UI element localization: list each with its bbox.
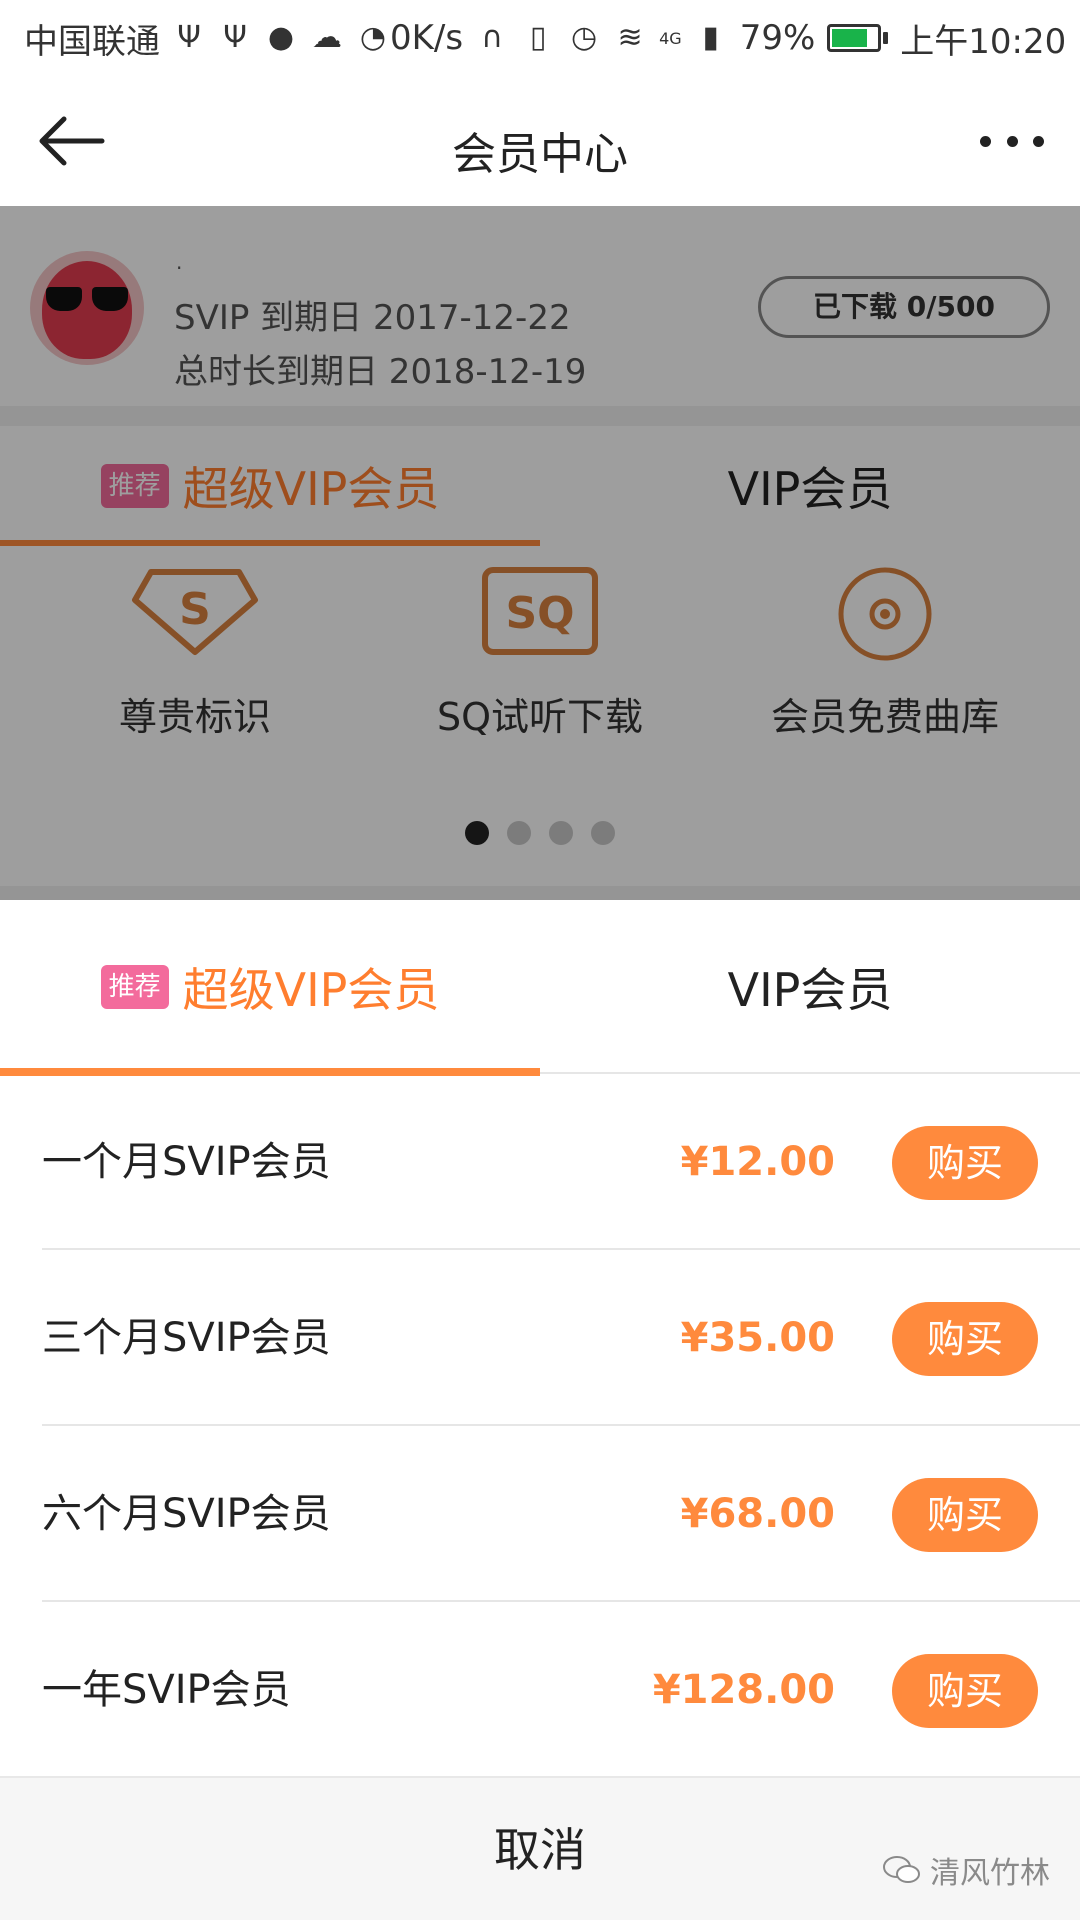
headphones-icon: ∩ — [481, 20, 504, 55]
battery-percent: 79% — [739, 18, 816, 58]
package-price: ¥68.00 — [680, 1491, 835, 1537]
sheet-tab-vip-label: VIP会员 — [727, 963, 893, 1017]
buy-button[interactable]: 购买 — [892, 1302, 1038, 1376]
package-row: 三个月SVIP会员 ¥35.00 购买 — [0, 1250, 1080, 1426]
buy-button[interactable]: 购买 — [892, 1126, 1038, 1200]
package-price: ¥35.00 — [680, 1315, 835, 1361]
package-price: ¥128.00 — [652, 1667, 835, 1713]
package-name: 一个月SVIP会员 — [42, 1139, 331, 1185]
usb-icon: Ψ — [223, 20, 247, 55]
signal-icon: ▮ — [702, 20, 719, 55]
watermark: 清风竹林 — [882, 1848, 1050, 1892]
page-title: 会员中心 — [452, 129, 628, 180]
package-row: 六个月SVIP会员 ¥68.00 购买 — [0, 1426, 1080, 1602]
package-row: 一年SVIP会员 ¥128.00 购买 — [0, 1602, 1080, 1778]
purchase-sheet: 推荐 超级VIP会员 VIP会员 一个月SVIP会员 ¥12.00 购买 三个月… — [0, 900, 1080, 1920]
weather-icon: ☁ — [312, 20, 342, 55]
clock: 上午10:20 — [900, 21, 1067, 62]
app-notification-icon: ● — [267, 20, 295, 55]
package-list: 一个月SVIP会员 ¥12.00 购买 三个月SVIP会员 ¥35.00 购买 … — [0, 1074, 1080, 1778]
watermark-text: 清风竹林 — [930, 1856, 1050, 1891]
status-bar: 中国联通 Ψ Ψ ● ☁ ◔ 0K/s ∩ ▯ ◷ ≋ 4G ▮ 79% 上午1… — [0, 0, 1080, 76]
network-type: 4G — [659, 28, 682, 48]
net-speed: 0K/s — [390, 18, 464, 58]
buy-button[interactable]: 购买 — [892, 1654, 1038, 1728]
chat-icon: ◔ — [359, 20, 387, 55]
package-name: 六个月SVIP会员 — [42, 1491, 331, 1537]
package-price: ¥12.00 — [680, 1139, 835, 1185]
sheet-tab-svip[interactable]: 推荐 超级VIP会员 — [0, 900, 540, 1076]
wifi-icon: ≋ — [617, 20, 643, 55]
wechat-icon — [883, 1856, 920, 1883]
dim-overlay[interactable] — [0, 206, 1080, 900]
alarm-icon: ◷ — [571, 20, 598, 55]
buy-button[interactable]: 购买 — [892, 1478, 1038, 1552]
package-row: 一个月SVIP会员 ¥12.00 购买 — [0, 1074, 1080, 1250]
sheet-tab-vip[interactable]: VIP会员 — [540, 900, 1080, 1074]
more-menu-icon[interactable] — [980, 136, 1044, 148]
sheet-tabs: 推荐 超级VIP会员 VIP会员 — [0, 900, 1080, 1076]
vibrate-icon: ▯ — [529, 20, 547, 55]
app-bar: 会员中心 — [0, 76, 1080, 206]
battery-icon — [827, 24, 889, 52]
usb-icon: Ψ — [177, 20, 201, 55]
sheet-tab-svip-label: 超级VIP会员 — [182, 963, 440, 1017]
carrier-label: 中国联通 — [24, 21, 160, 62]
package-name: 一年SVIP会员 — [42, 1667, 291, 1713]
package-name: 三个月SVIP会员 — [42, 1315, 331, 1361]
recommend-tag: 推荐 — [100, 965, 169, 1009]
